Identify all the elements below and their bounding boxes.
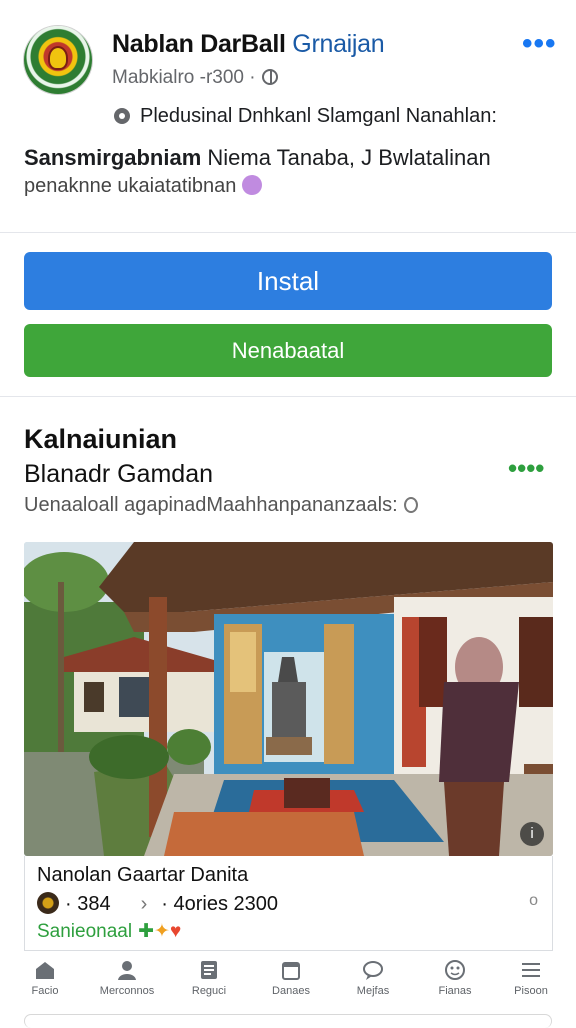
section-more-icon[interactable]: •••• xyxy=(508,455,544,481)
section-subtitle: Blanadr Gamdan xyxy=(24,460,214,488)
pin-icon xyxy=(403,497,418,513)
nav-label: Danaes xyxy=(272,985,310,997)
bottom-sheet-handle xyxy=(24,1014,552,1028)
emblem-icon xyxy=(48,46,68,70)
page-meta: Mabkialro -r300 · xyxy=(112,67,278,89)
nav-item-profile[interactable]: Merconnos xyxy=(86,953,168,1003)
nav-item-calendar[interactable]: Danaes xyxy=(250,953,332,1003)
nav-item-home[interactable]: Facio xyxy=(4,953,86,1003)
card-more-icon[interactable]: o xyxy=(529,892,538,910)
page-description-line2: penaknne ukaiatatibnan xyxy=(24,175,263,198)
page-avatar[interactable] xyxy=(24,26,92,94)
face-icon xyxy=(445,960,465,980)
house-photo-illustration xyxy=(24,542,553,856)
nav-label: Facio xyxy=(31,985,59,997)
bottom-navigation: Facio Merconnos Reguci Danaes Mejfas Fia… xyxy=(0,953,576,1003)
nav-label: Pisoon xyxy=(514,985,548,997)
page-header: Nablan DarBall Grnaijan ••• Mabkialro -r… xyxy=(0,0,576,232)
nav-item-face[interactable]: Fianas xyxy=(414,953,496,1003)
globe-icon xyxy=(261,69,278,85)
nav-label: Fianas xyxy=(438,985,472,997)
nav-item-document[interactable]: Reguci xyxy=(168,953,250,1003)
nav-item-chat[interactable]: Mejfas xyxy=(332,953,414,1003)
secondary-action-button[interactable]: Nenabaatal xyxy=(24,324,552,377)
mini-avatar-icon xyxy=(37,892,59,914)
post-card-footer: Nanolan Gaartar Danita · 384 › · 4ories 23… xyxy=(24,856,553,951)
star-icon: ✦ xyxy=(154,921,170,942)
card-stats: · 384 › · 4ories 2300 xyxy=(37,892,278,916)
menu-icon xyxy=(522,963,540,977)
profile-icon xyxy=(118,961,136,980)
section-title: Kalnaiunian xyxy=(24,424,178,454)
page-location: Pledusinal Dnhkanl Slamganl Nanahlan: xyxy=(114,105,497,128)
document-icon xyxy=(201,961,217,979)
post-photo[interactable] xyxy=(24,542,553,856)
section-caption: Uenaaloall agapinadMaahhanpananzaals: xyxy=(24,494,418,517)
install-button[interactable]: Instal xyxy=(24,252,552,310)
home-icon xyxy=(36,962,54,979)
heart-icon: ♥ xyxy=(169,921,182,942)
page-description: Sansmirgabniam Niema Tanaba, J Bwlatalin… xyxy=(24,145,491,170)
photo-info-icon[interactable]: i xyxy=(520,822,544,846)
divider xyxy=(0,232,576,233)
page-name[interactable]: Nablan DarBall Grnaijan xyxy=(112,30,385,59)
card-title[interactable]: Nanolan Gaartar Danita xyxy=(37,864,248,887)
calendar-icon xyxy=(282,962,300,980)
chat-icon xyxy=(363,961,383,980)
nav-item-menu[interactable]: Pisoon xyxy=(490,953,572,1003)
card-tag: Sanieonaal ✚✦♥ xyxy=(37,921,182,942)
emoji-icon xyxy=(242,175,263,195)
nav-label: Mejfas xyxy=(356,985,390,997)
nav-label: Reguci xyxy=(191,985,227,997)
location-pin-icon xyxy=(114,108,130,124)
chevron-right-icon[interactable]: › xyxy=(141,893,148,915)
more-dots-icon[interactable]: ••• xyxy=(522,29,557,59)
plus-icon: ✚ xyxy=(138,921,155,942)
divider xyxy=(0,396,576,397)
nav-label: Merconnos xyxy=(99,985,155,997)
